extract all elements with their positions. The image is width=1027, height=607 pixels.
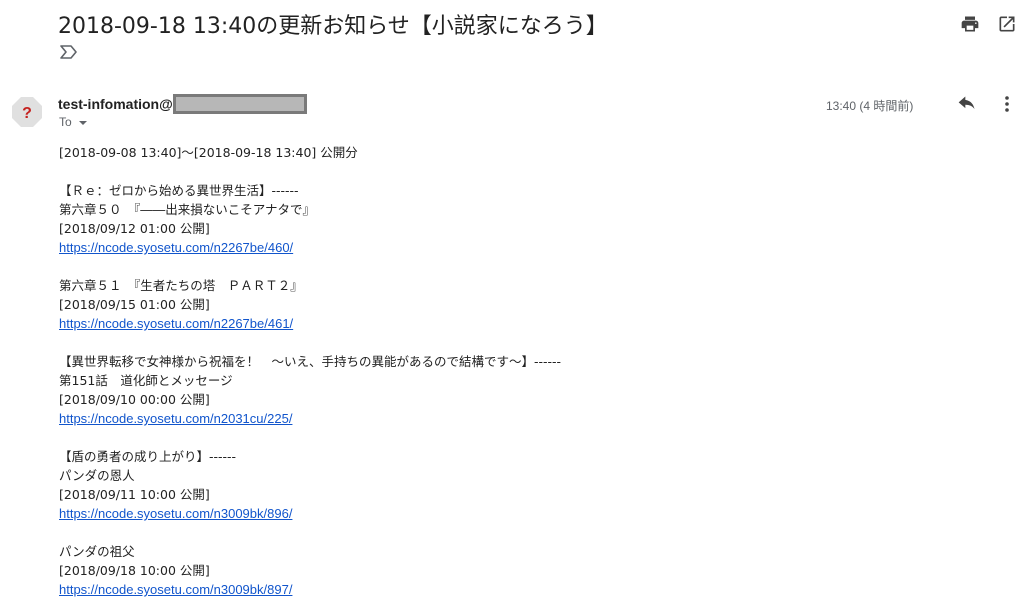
body-text-line: [2018-09-08 13:40]〜[2018-09-18 13:40] 公開… — [59, 145, 358, 160]
body-text-line: 第151話 道化師とメッセージ — [59, 373, 233, 388]
sender-name: test-infomation@ — [58, 96, 173, 112]
body-text-line: [2018/09/18 10:00 公開] — [59, 563, 210, 578]
body-text-line: 第六章５１ 『生者たちの塔 ＰＡＲＴ２』 — [59, 278, 303, 293]
body-text-line: 第六章５０ 『――出来損ないこそアナタで』 — [59, 202, 316, 217]
unknown-sender-avatar-icon: ? — [12, 97, 42, 127]
more-vertical-icon[interactable] — [1000, 95, 1014, 113]
svg-text:?: ? — [22, 105, 32, 122]
body-link-line: https://ncode.syosetu.com/n2031cu/225/ — [59, 409, 561, 428]
label-arrow-icon[interactable] — [60, 44, 78, 60]
body-text-line: 【Ｒｅ：ゼロから始める異世界生活】------ — [59, 183, 299, 198]
email-timestamp: 13:40 (4 時間前) — [826, 99, 914, 113]
body-text-line: [2018/09/11 10:00 公開] — [59, 487, 210, 502]
open-in-new-icon[interactable] — [997, 14, 1017, 34]
chapter-link[interactable]: https://ncode.syosetu.com/n2031cu/225/ — [59, 411, 292, 426]
body-link-line: https://ncode.syosetu.com/n3009bk/897/ — [59, 580, 561, 599]
chapter-link[interactable]: https://ncode.syosetu.com/n3009bk/896/ — [59, 506, 292, 521]
to-label: To — [59, 115, 72, 129]
chapter-link[interactable]: https://ncode.syosetu.com/n3009bk/897/ — [59, 582, 292, 597]
print-icon[interactable] — [960, 14, 980, 34]
body-text-line: パンダの恩人 — [59, 468, 135, 483]
chapter-link[interactable]: https://ncode.syosetu.com/n2267be/460/ — [59, 240, 293, 255]
body-text-line: 【盾の勇者の成り上がり】------ — [59, 449, 237, 464]
sender-address[interactable]: test-infomation@ — [58, 94, 307, 114]
reply-icon[interactable] — [957, 95, 977, 113]
email-subject: 2018-09-18 13:40の更新お知らせ【小説家になろう】 — [58, 14, 608, 39]
body-text-line: [2018/09/12 01:00 公開] — [59, 221, 210, 236]
chapter-link[interactable]: https://ncode.syosetu.com/n2267be/461/ — [59, 316, 293, 331]
email-body: [2018-09-08 13:40]〜[2018-09-18 13:40] 公開… — [59, 143, 561, 599]
redacted-address-block — [172, 94, 307, 114]
body-text-line: 【異世界転移で女神様から祝福を！ 〜いえ、手持ちの異能があるので結構です〜】--… — [59, 354, 562, 369]
body-text-line: [2018/09/15 01:00 公開] — [59, 297, 210, 312]
recipient-details-toggle[interactable]: To — [59, 115, 87, 129]
body-text-line: パンダの祖父 — [59, 544, 135, 559]
body-link-line: https://ncode.syosetu.com/n3009bk/896/ — [59, 504, 561, 523]
body-link-line: https://ncode.syosetu.com/n2267be/460/ — [59, 238, 561, 257]
body-link-line: https://ncode.syosetu.com/n2267be/461/ — [59, 314, 561, 333]
chevron-down-icon — [78, 120, 87, 125]
body-text-line: [2018/09/10 00:00 公開] — [59, 392, 210, 407]
